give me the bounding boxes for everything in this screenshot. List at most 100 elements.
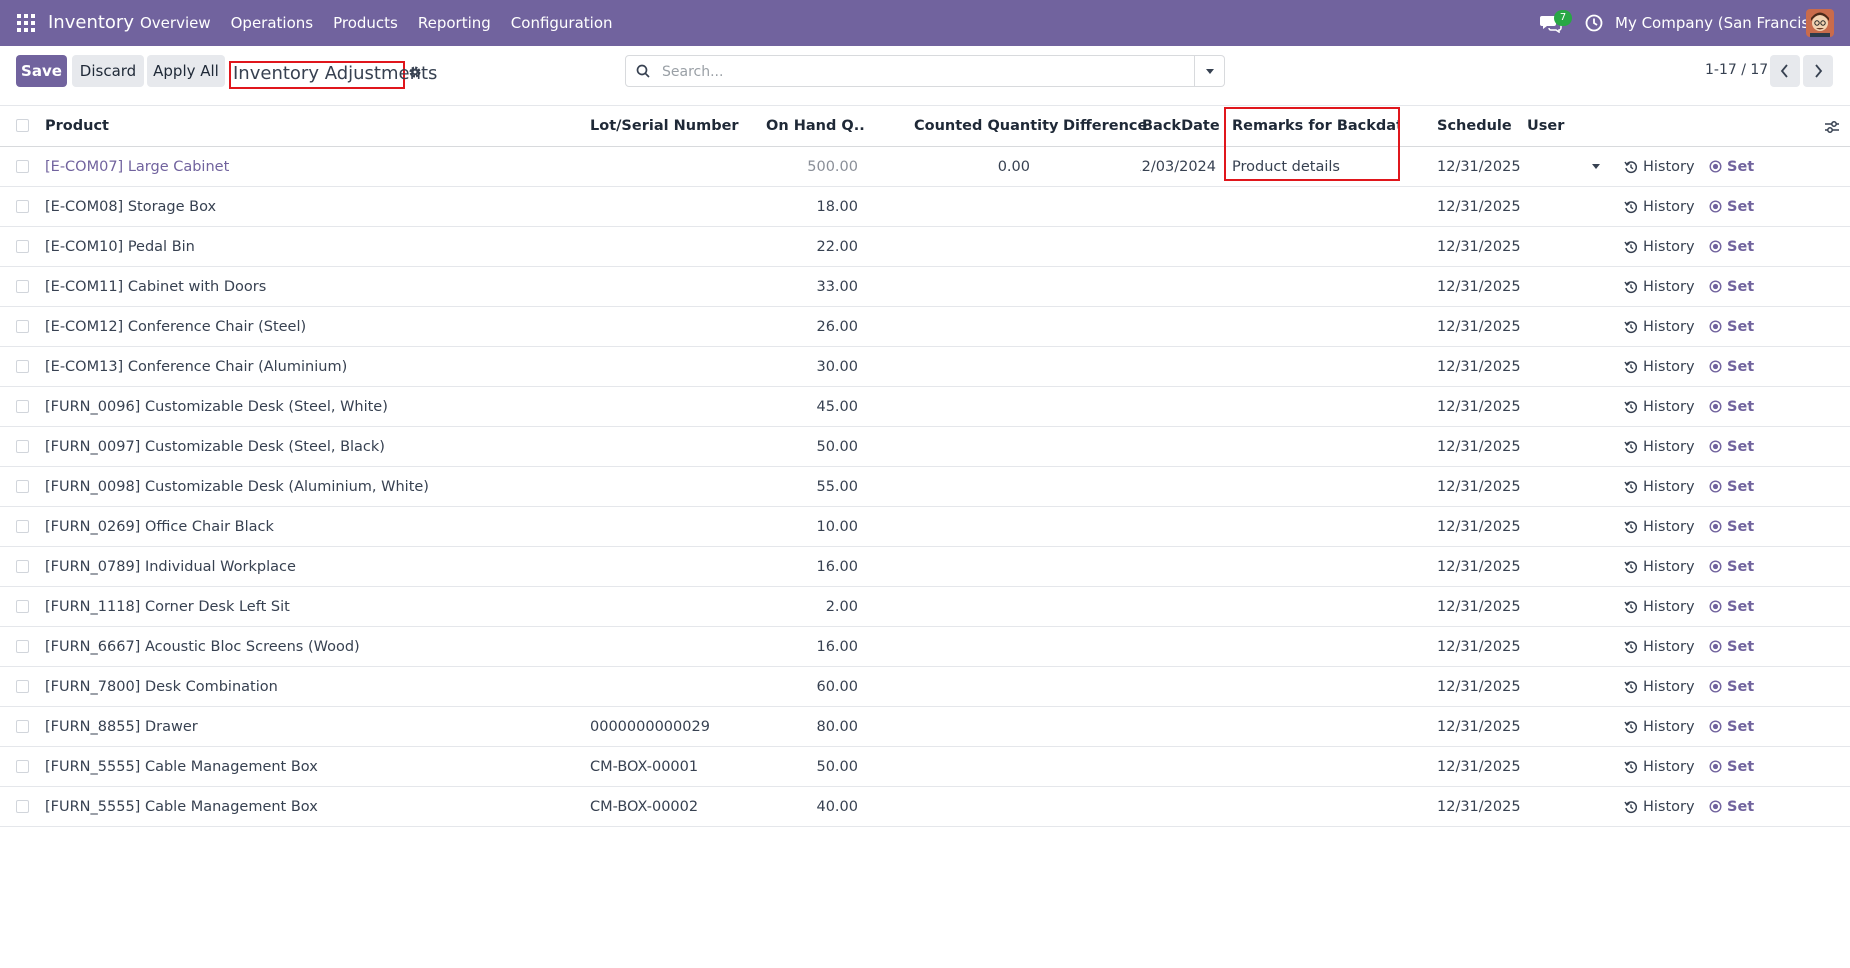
row-checkbox[interactable] [16,759,29,773]
table-row[interactable]: [E-COM08] Storage Box 18.00 12/31/2025 H… [0,187,1850,227]
lot-cell[interactable] [590,187,750,226]
lot-cell[interactable] [590,587,750,626]
lot-cell[interactable] [590,667,750,706]
counted-cell[interactable] [914,387,1030,426]
lot-cell[interactable] [590,427,750,466]
backdate-cell[interactable] [1140,307,1216,346]
lot-cell[interactable]: CM-BOX-00002 [590,787,750,826]
set-button[interactable]: Set [1709,467,1754,506]
counted-cell[interactable] [914,347,1030,386]
remarks-cell[interactable] [1232,787,1398,826]
product-cell[interactable]: [E-COM10] Pedal Bin [45,227,585,266]
set-button[interactable]: Set [1709,587,1754,626]
caret-down-icon[interactable] [1592,163,1600,169]
lot-cell[interactable] [590,267,750,306]
lot-cell[interactable] [590,467,750,506]
history-button[interactable]: History [1624,147,1695,186]
row-checkbox[interactable] [16,439,29,453]
set-button[interactable]: Set [1709,147,1754,186]
menu-item-reporting[interactable]: Reporting [418,14,491,32]
scheduled-date-cell[interactable]: 12/31/2025 [1437,467,1523,506]
set-button[interactable]: Set [1709,627,1754,666]
set-button[interactable]: Set [1709,307,1754,346]
counted-cell[interactable] [914,747,1030,786]
product-cell[interactable]: [E-COM07] Large Cabinet [45,147,585,186]
scheduled-date-cell[interactable]: 12/31/2025 [1437,227,1523,266]
scheduled-date-cell[interactable]: 12/31/2025 [1437,347,1523,386]
remarks-cell[interactable]: Product details [1232,147,1398,186]
table-row[interactable]: [FURN_1118] Corner Desk Left Sit 2.00 12… [0,587,1850,627]
scheduled-date-cell[interactable]: 12/31/2025 [1437,267,1523,306]
set-button[interactable]: Set [1709,787,1754,826]
remarks-cell[interactable] [1232,227,1398,266]
scheduled-date-cell[interactable]: 12/31/2025 [1437,307,1523,346]
counted-cell[interactable] [914,787,1030,826]
scheduled-date-cell[interactable]: 12/31/2025 [1437,747,1523,786]
counted-cell[interactable] [914,667,1030,706]
history-button[interactable]: History [1624,547,1695,586]
table-row[interactable]: [FURN_7800] Desk Combination 60.00 12/31… [0,667,1850,707]
product-cell[interactable]: [FURN_5555] Cable Management Box [45,747,585,786]
gear-icon[interactable] [408,65,422,79]
row-checkbox[interactable] [16,559,29,573]
remarks-cell[interactable] [1232,347,1398,386]
backdate-cell[interactable] [1140,227,1216,266]
lot-cell[interactable] [590,147,750,186]
backdate-cell[interactable] [1140,347,1216,386]
column-header-scheduled[interactable]: Schedule... [1437,106,1511,146]
table-row[interactable]: [E-COM10] Pedal Bin 22.00 12/31/2025 His… [0,227,1850,267]
table-row[interactable]: [FURN_0269] Office Chair Black 10.00 12/… [0,507,1850,547]
counted-cell[interactable] [914,307,1030,346]
backdate-cell[interactable] [1140,667,1216,706]
row-checkbox[interactable] [16,799,29,813]
column-header-remarks[interactable]: Remarks for Backdate [1232,106,1400,146]
column-settings-icon[interactable] [1824,120,1840,134]
lot-cell[interactable] [590,627,750,666]
row-checkbox[interactable] [16,679,29,693]
user-cell[interactable] [1527,267,1607,306]
scheduled-date-cell[interactable]: 12/31/2025 [1437,187,1523,226]
search-input[interactable] [660,57,1164,87]
table-row[interactable]: [E-COM13] Conference Chair (Aluminium) 3… [0,347,1850,387]
remarks-cell[interactable] [1232,547,1398,586]
table-row[interactable]: [FURN_6667] Acoustic Bloc Screens (Wood)… [0,627,1850,667]
scheduled-date-cell[interactable]: 12/31/2025 [1437,547,1523,586]
backdate-cell[interactable] [1140,747,1216,786]
scheduled-date-cell[interactable]: 12/31/2025 [1437,387,1523,426]
lot-cell[interactable] [590,307,750,346]
history-button[interactable]: History [1624,707,1695,746]
remarks-cell[interactable] [1232,387,1398,426]
set-button[interactable]: Set [1709,187,1754,226]
set-button[interactable]: Set [1709,267,1754,306]
row-checkbox[interactable] [16,159,29,173]
product-cell[interactable]: [FURN_8855] Drawer [45,707,585,746]
product-cell[interactable]: [FURN_0097] Customizable Desk (Steel, Bl… [45,427,585,466]
remarks-cell[interactable] [1232,467,1398,506]
user-cell[interactable] [1527,307,1607,346]
history-button[interactable]: History [1624,587,1695,626]
set-button[interactable]: Set [1709,507,1754,546]
row-checkbox[interactable] [16,639,29,653]
user-cell[interactable] [1527,467,1607,506]
scheduled-date-cell[interactable]: 12/31/2025 [1437,667,1523,706]
product-cell[interactable]: [FURN_0096] Customizable Desk (Steel, Wh… [45,387,585,426]
backdate-cell[interactable]: 12/03/2024 [1140,147,1216,186]
history-button[interactable]: History [1624,387,1695,426]
row-checkbox[interactable] [16,359,29,373]
product-cell[interactable]: [E-COM13] Conference Chair (Aluminium) [45,347,585,386]
backdate-cell[interactable] [1140,507,1216,546]
scheduled-date-cell[interactable]: 12/31/2025 [1437,627,1523,666]
remarks-cell[interactable] [1232,267,1398,306]
history-button[interactable]: History [1624,347,1695,386]
counted-cell[interactable] [914,467,1030,506]
history-button[interactable]: History [1624,427,1695,466]
remarks-cell[interactable] [1232,627,1398,666]
product-cell[interactable]: [E-COM08] Storage Box [45,187,585,226]
row-checkbox[interactable] [16,279,29,293]
row-checkbox[interactable] [16,719,29,733]
set-button[interactable]: Set [1709,227,1754,266]
row-checkbox[interactable] [16,399,29,413]
user-cell[interactable] [1527,627,1607,666]
scheduled-date-cell[interactable]: 12/31/2025 [1437,427,1523,466]
menu-item-operations[interactable]: Operations [231,14,313,32]
